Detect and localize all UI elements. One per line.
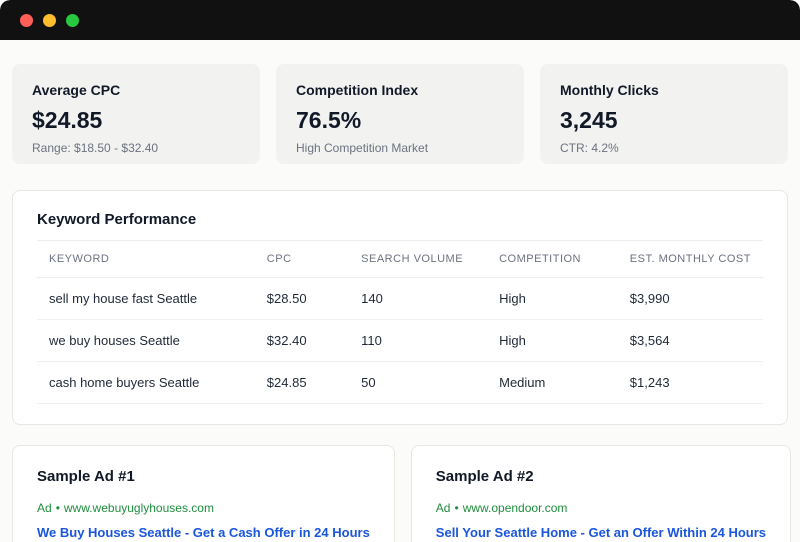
stat-label: Competition Index <box>296 82 419 98</box>
cell-competition: Medium <box>487 361 618 404</box>
stat-subtext: High Competition Market <box>296 141 429 155</box>
stat-card-competition-index: Competition Index 76.5% High Competition… <box>276 64 524 164</box>
cell-keyword: we buy houses Seattle <box>37 319 255 362</box>
column-header-est-monthly-cost: Est. Monthly Cost <box>617 240 763 278</box>
stat-value: $24.85 <box>32 107 103 133</box>
ad-label: Ad <box>37 501 52 515</box>
cell-competition: High <box>487 277 618 320</box>
keyword-table: Keyword CPC Search Volume Competition Es… <box>37 240 763 404</box>
column-header-cpc: CPC <box>254 240 350 278</box>
ad-source-line: Ad • www.opendoor.com <box>436 501 766 515</box>
stat-card-average-cpc: Average CPC $24.85 Range: $18.50 - $32.4… <box>12 64 260 164</box>
ad-card-title: Sample Ad #2 <box>435 468 534 485</box>
ad-source-line: Ad • www.webuyuglyhouses.com <box>37 501 370 515</box>
cell-search-volume: 140 <box>349 277 488 320</box>
close-window-button[interactable] <box>20 13 33 27</box>
table-row: we buy houses Seattle $32.40 110 High $3… <box>37 319 763 362</box>
ad-url: www.webuyuglyhouses.com <box>63 501 214 515</box>
cell-est-monthly-cost: $3,990 <box>617 277 763 320</box>
stat-subtext: CTR: 4.2% <box>560 141 619 155</box>
sample-ads-row: Sample Ad #1 Ad • www.webuyuglyhouses.com … <box>12 445 792 542</box>
stats-row: Average CPC $24.85 Range: $18.50 - $32.4… <box>12 64 788 164</box>
ad-url: www.opendoor.com <box>462 501 568 515</box>
ad-card-title: Sample Ad #1 <box>37 468 135 485</box>
column-header-search-volume: Search Volume <box>349 240 488 278</box>
table-row: cash home buyers Seattle $24.85 50 Mediu… <box>37 361 763 404</box>
sample-ad-card-1: Sample Ad #1 Ad • www.webuyuglyhouses.com … <box>12 445 395 542</box>
cell-keyword: sell my house fast Seattle <box>37 277 255 320</box>
table-header-row: Keyword CPC Search Volume Competition Es… <box>37 240 763 278</box>
ad-headline-link[interactable]: We Buy Houses Seattle - Get a Cash Offer… <box>37 525 370 540</box>
panel-title: Keyword Performance <box>37 211 197 228</box>
table-row: sell my house fast Seattle $28.50 140 Hi… <box>37 277 763 320</box>
stat-label: Average CPC <box>32 82 121 98</box>
zoom-window-button[interactable] <box>66 13 79 27</box>
cell-search-volume: 50 <box>349 361 488 404</box>
minimize-window-button[interactable] <box>43 13 56 27</box>
ad-label: Ad <box>435 501 451 515</box>
cell-search-volume: 110 <box>349 319 488 362</box>
cell-competition: High <box>487 319 618 362</box>
stat-value: 3,245 <box>560 107 618 133</box>
cell-cpc: $32.40 <box>254 319 350 362</box>
cell-cpc: $28.50 <box>254 277 350 320</box>
ad-headline-link[interactable]: Sell Your Seattle Home - Get an Offer Wi… <box>436 525 766 540</box>
stat-value: 76.5% <box>296 107 362 133</box>
ad-separator: • <box>454 501 459 515</box>
stat-card-monthly-clicks: Monthly Clicks 3,245 CTR: 4.2% <box>540 64 788 164</box>
stat-label: Monthly Clicks <box>560 82 659 98</box>
cell-keyword: cash home buyers Seattle <box>37 361 255 404</box>
keyword-performance-panel: Keyword Performance Keyword CPC Search V… <box>12 190 788 425</box>
cell-cpc: $24.85 <box>254 361 350 404</box>
column-header-competition: Competition <box>487 240 618 278</box>
column-header-keyword: Keyword <box>37 240 255 278</box>
sample-ad-card-2: Sample Ad #2 Ad • www.opendoor.com Sell Yo… <box>410 445 792 542</box>
window-titlebar <box>0 0 800 40</box>
app-window: Average CPC $24.85 Range: $18.50 - $32.4… <box>0 0 800 542</box>
cell-est-monthly-cost: $1,243 <box>617 361 763 404</box>
stat-subtext: Range: $18.50 - $32.40 <box>32 141 159 155</box>
cell-est-monthly-cost: $3,564 <box>617 319 763 362</box>
ad-separator: • <box>55 501 60 515</box>
